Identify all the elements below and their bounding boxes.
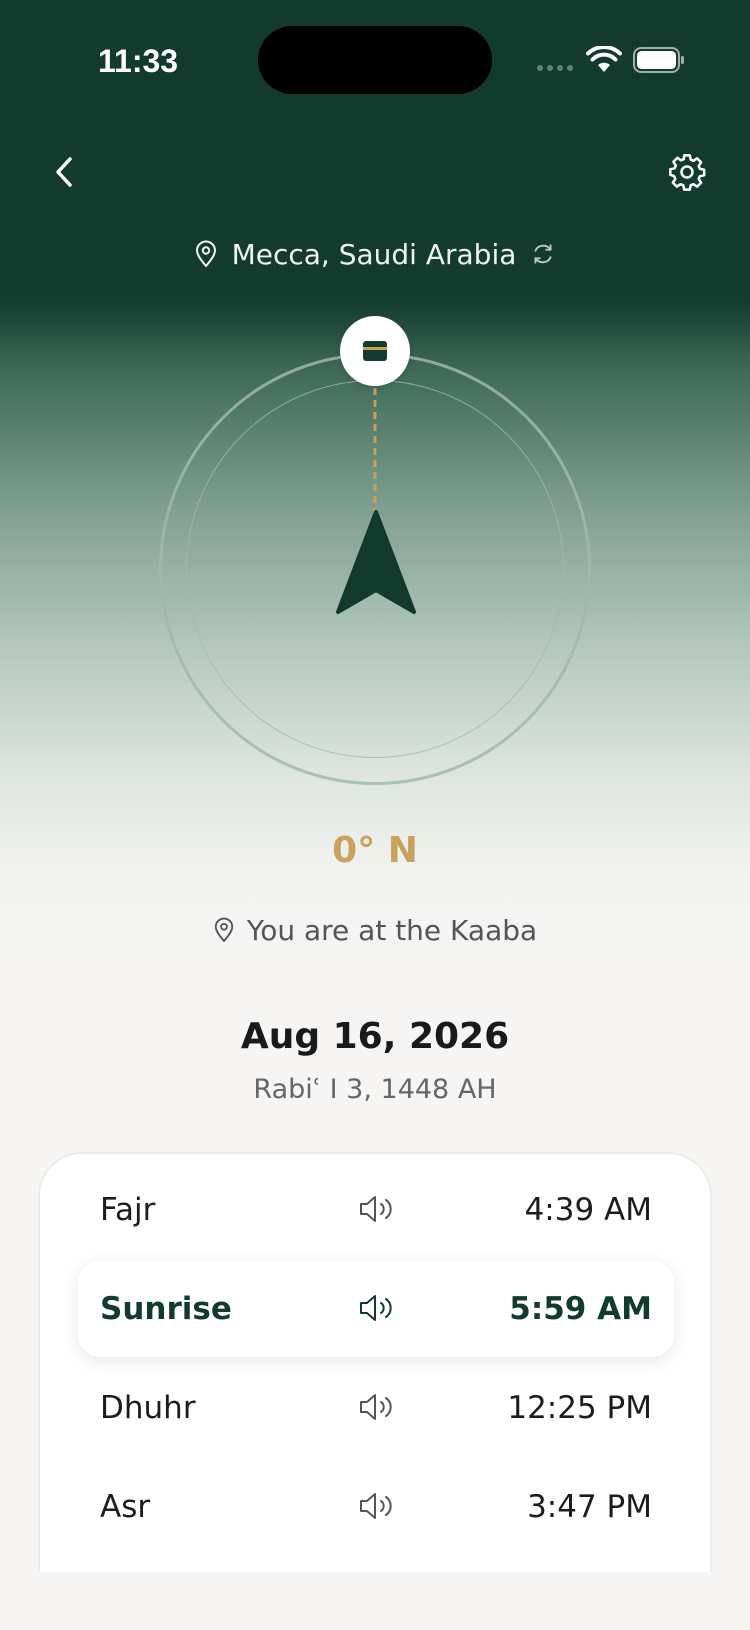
gear-icon (669, 154, 706, 191)
refresh-icon[interactable] (530, 241, 556, 267)
gregorian-date: Aug 16, 2026 (240, 1016, 510, 1057)
location-pin-icon (214, 917, 233, 943)
prayer-time: 3:47 PM (527, 1489, 652, 1525)
speaker-icon[interactable] (358, 1192, 396, 1226)
prayer-name: Asr (100, 1489, 151, 1525)
speaker-icon[interactable] (358, 1489, 396, 1523)
prayer-name: Sunrise (100, 1291, 232, 1327)
prayer-time: 5:59 AM (509, 1291, 652, 1327)
back-button[interactable] (44, 148, 84, 196)
status-time: 11:33 (98, 43, 179, 79)
prayer-times-card: Fajr 4:39 AM Sunrise 5:59 AM Dhuhr 12:25… (38, 1152, 712, 1572)
battery-icon (633, 47, 684, 73)
cellular-signal-icon (537, 65, 575, 73)
dynamic-island (258, 26, 492, 94)
prayer-time: 4:39 AM (524, 1192, 652, 1228)
speaker-icon[interactable] (358, 1291, 396, 1325)
prayer-row-asr[interactable]: Asr 3:47 PM (78, 1459, 674, 1555)
location-status-row: You are at the Kaaba (0, 908, 750, 952)
location-row[interactable]: Mecca, Saudi Arabia (0, 230, 750, 278)
prayer-row-sunrise[interactable]: Sunrise 5:59 AM (78, 1261, 674, 1357)
location-status-text: You are at the Kaaba (246, 913, 538, 947)
settings-button[interactable] (664, 148, 710, 196)
prayer-name: Dhuhr (100, 1390, 196, 1426)
location-name: Mecca, Saudi Arabia (231, 237, 517, 271)
qibla-direction-line (373, 388, 377, 512)
qibla-arrow-icon (336, 510, 416, 614)
kaaba-icon (363, 341, 387, 361)
kaaba-marker (340, 316, 410, 386)
prayer-name: Fajr (100, 1192, 156, 1228)
prayer-row-fajr[interactable]: Fajr 4:39 AM (78, 1162, 674, 1258)
wifi-icon (586, 46, 622, 72)
prayer-row-dhuhr[interactable]: Dhuhr 12:25 PM (78, 1360, 674, 1456)
prayer-time: 12:25 PM (507, 1390, 652, 1426)
back-chevron-icon (56, 157, 72, 187)
compass-heading: 0° N (332, 830, 418, 871)
speaker-icon[interactable] (358, 1390, 396, 1424)
location-pin-icon (195, 240, 216, 268)
hijri-date: Rabiʿ I 3, 1448 AH (253, 1074, 497, 1105)
